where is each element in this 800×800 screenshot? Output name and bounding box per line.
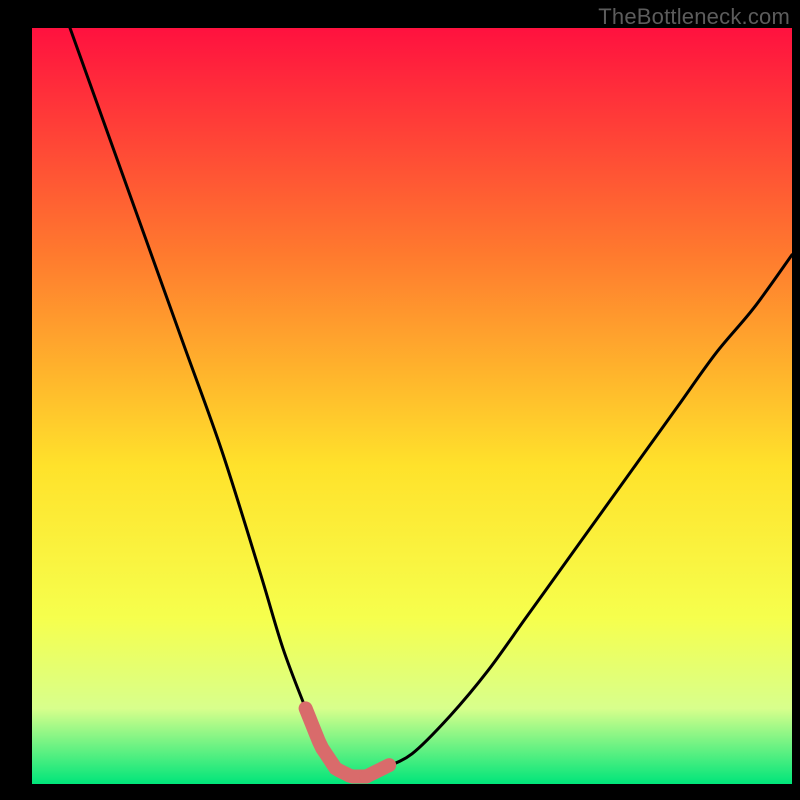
watermark-text: TheBottleneck.com	[598, 4, 790, 30]
chart-svg	[0, 0, 800, 800]
chart-stage: TheBottleneck.com	[0, 0, 800, 800]
